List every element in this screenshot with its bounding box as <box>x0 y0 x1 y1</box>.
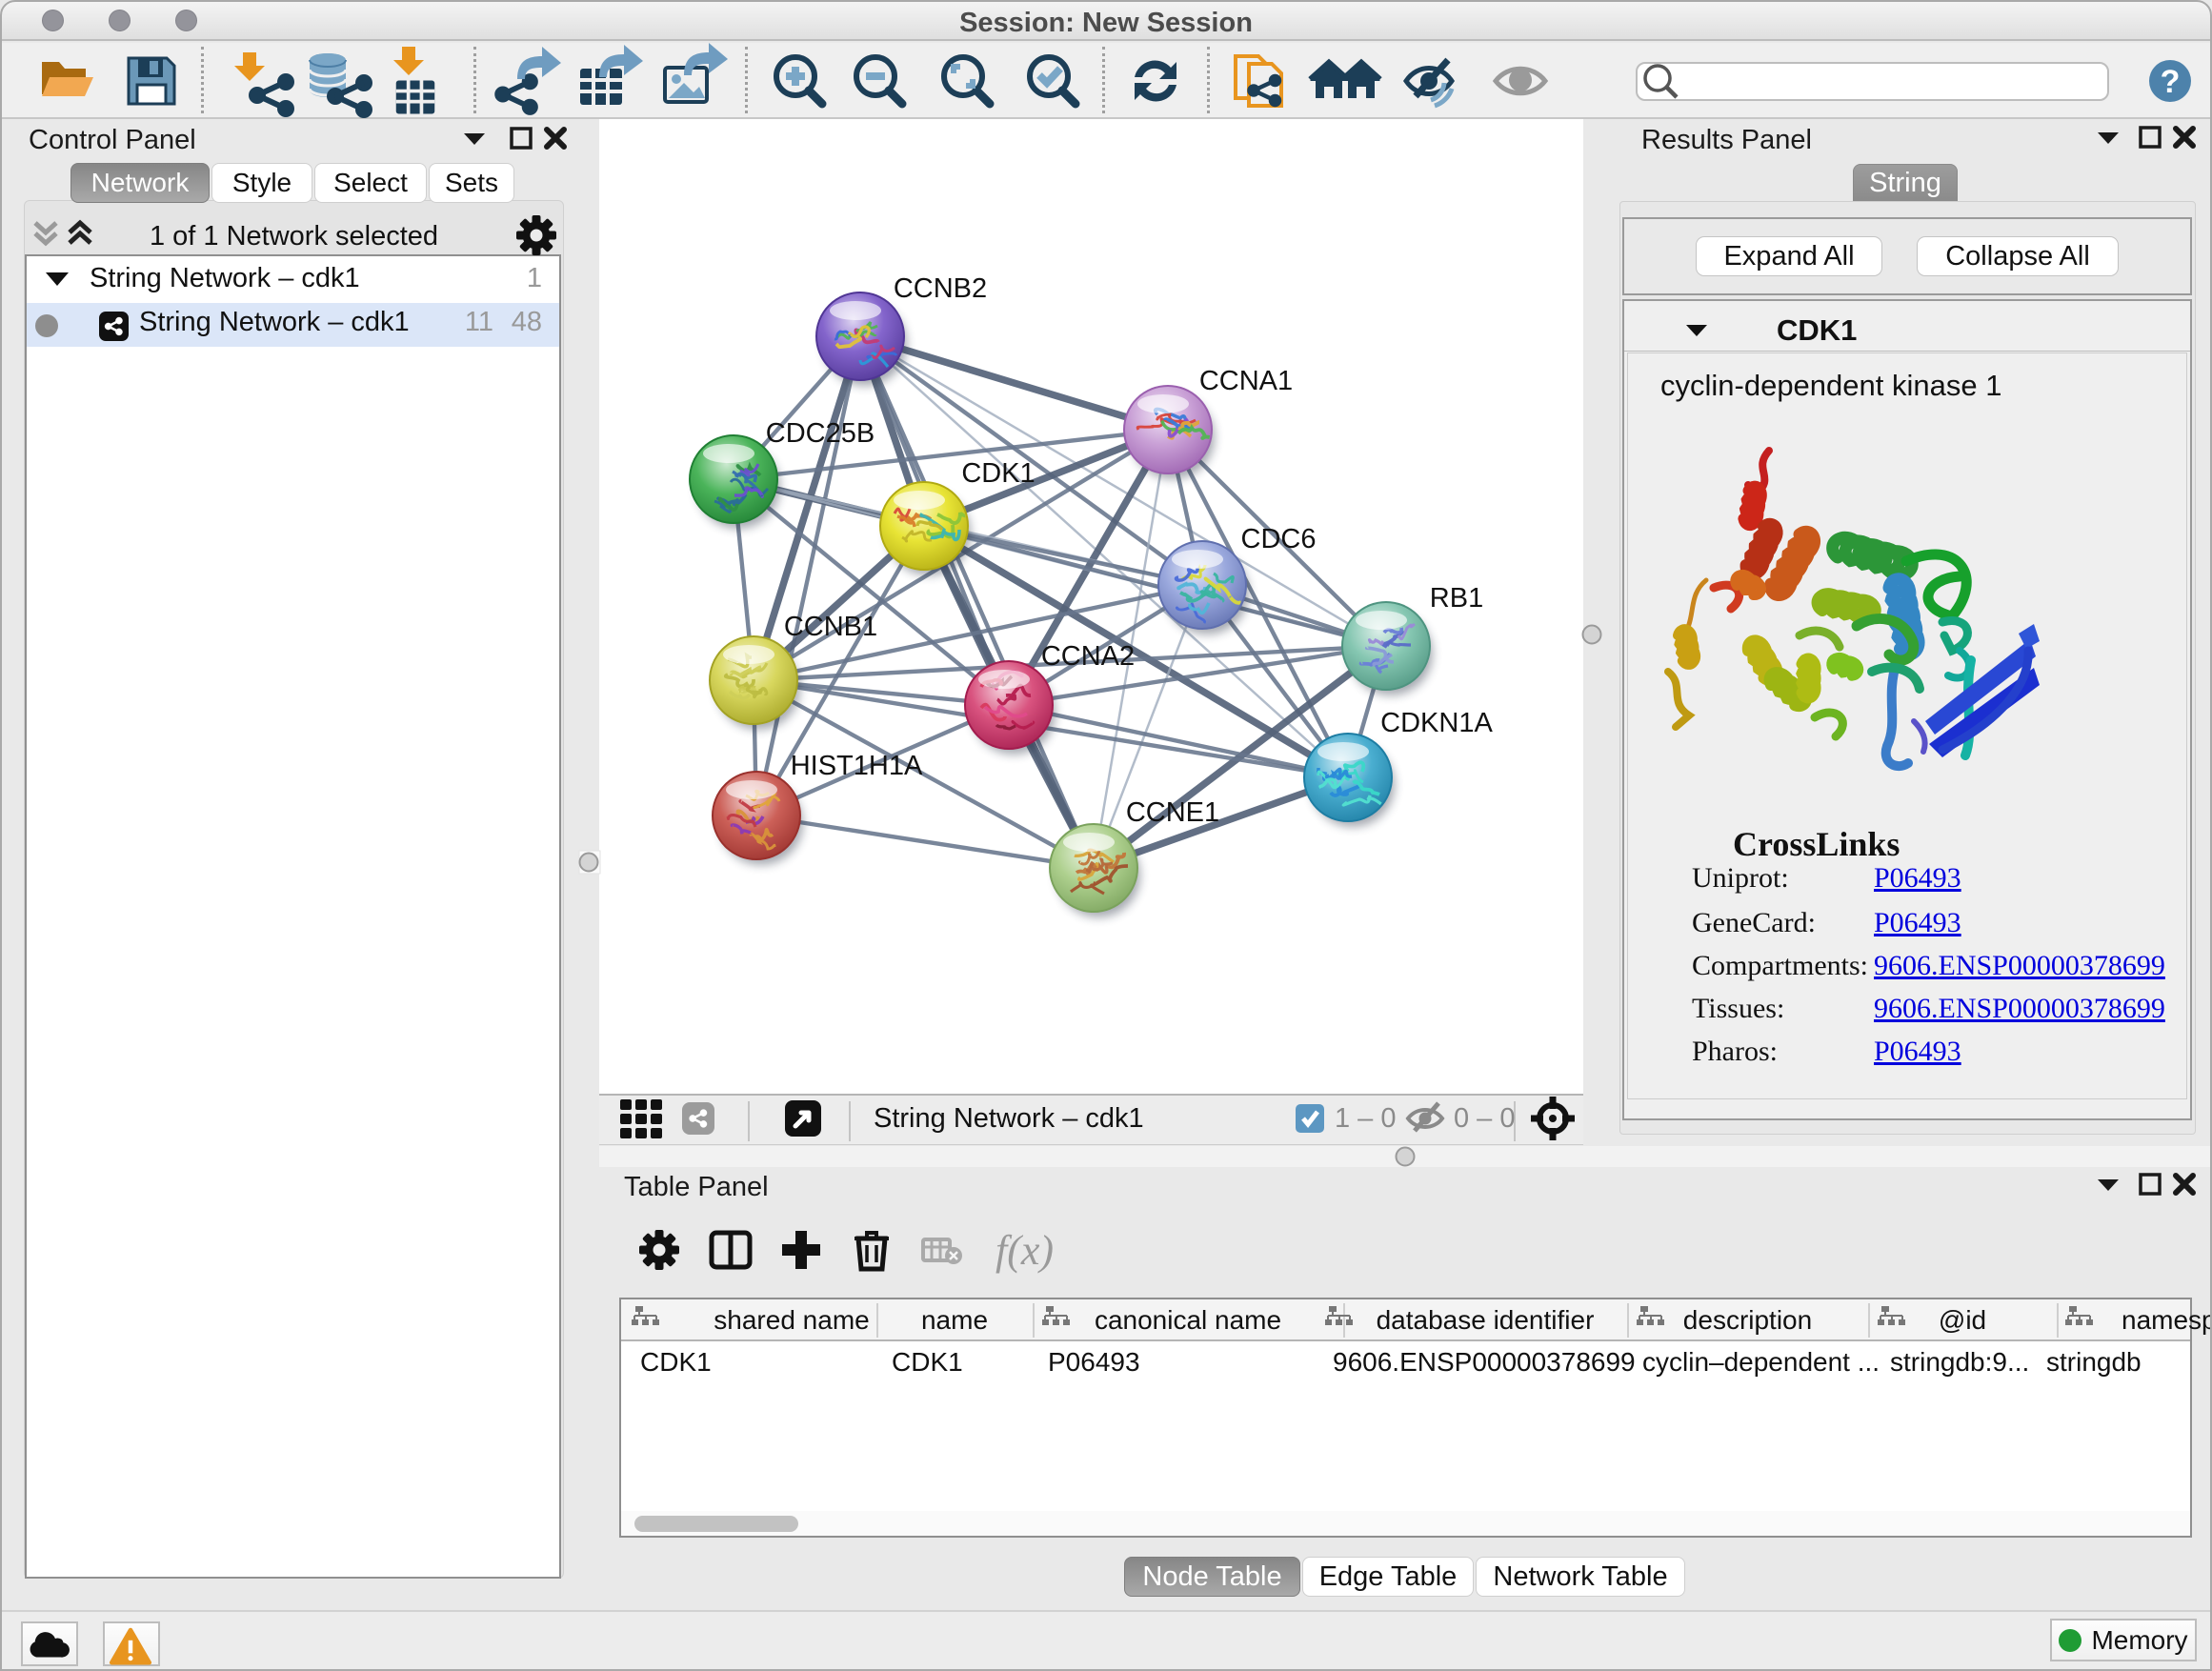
svg-text:CCNE1: CCNE1 <box>1126 797 1219 828</box>
svg-text:CDC6: CDC6 <box>1241 524 1317 554</box>
svg-text:RB1: RB1 <box>1430 583 1483 614</box>
svg-text:CCNA2: CCNA2 <box>1041 641 1135 672</box>
svg-text:HIST1H1A: HIST1H1A <box>791 751 923 781</box>
svg-text:CDKN1A: CDKN1A <box>1380 708 1493 738</box>
svg-text:CDC25B: CDC25B <box>766 418 875 449</box>
svg-text:?: ? <box>2161 64 2181 100</box>
svg-text:CCNB1: CCNB1 <box>784 612 877 642</box>
svg-text:CCNB2: CCNB2 <box>894 273 987 304</box>
svg-text:CCNA1: CCNA1 <box>1199 366 1293 396</box>
svg-text:CDK1: CDK1 <box>961 458 1035 489</box>
